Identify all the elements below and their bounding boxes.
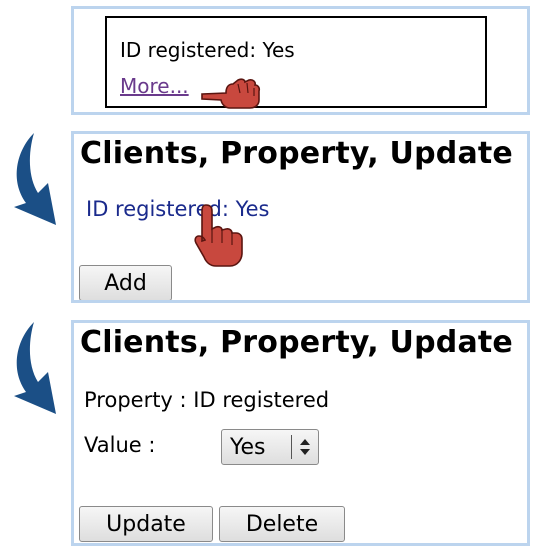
curved-down-right-arrow-icon	[14, 322, 56, 414]
more-link[interactable]: More...	[120, 74, 189, 98]
pointing-hand-cursor-icon	[194, 204, 243, 267]
pointing-hand-cursor-icon	[201, 78, 261, 109]
value-select[interactable]: Yes	[221, 429, 319, 465]
tooltip-text: ID registered: Yes	[120, 38, 295, 62]
value-label: Value :	[84, 433, 156, 457]
delete-button[interactable]: Delete	[219, 506, 345, 542]
up-down-chevron-icon	[292, 436, 318, 458]
tooltip-box: ID registered: Yes More...	[105, 16, 487, 108]
value-select-current: Yes	[230, 434, 266, 460]
page-title: Clients, Property, Update	[80, 136, 513, 171]
page-title: Clients, Property, Update	[80, 325, 513, 360]
update-button[interactable]: Update	[79, 506, 213, 542]
property-list-panel: Clients, Property, Update ID registered:…	[71, 131, 530, 303]
add-button[interactable]: Add	[79, 265, 172, 300]
tooltip-panel: ID registered: Yes More...	[71, 6, 530, 115]
property-edit-panel: Clients, Property, Update Property : ID …	[71, 320, 530, 546]
property-name-label: Property : ID registered	[84, 388, 330, 412]
curved-down-right-arrow-icon	[14, 133, 56, 225]
